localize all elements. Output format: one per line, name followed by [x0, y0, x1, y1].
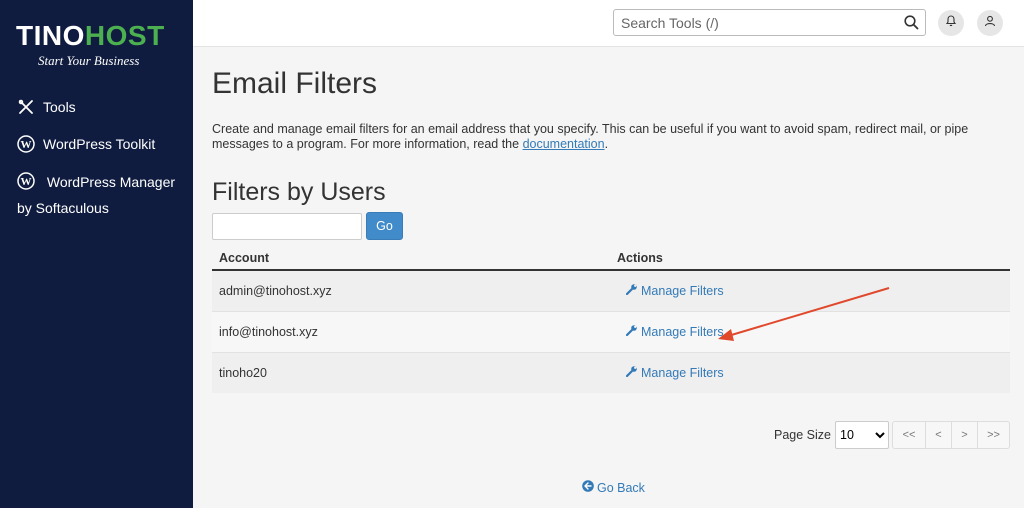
- users-table: Account Actions admin@tinohost.xyz Manag…: [212, 246, 1010, 393]
- table-row: tinoho20 Manage Filters: [212, 351, 1010, 393]
- svg-text:W: W: [21, 176, 32, 188]
- go-back-label: Go Back: [597, 480, 645, 495]
- search-icon[interactable]: [904, 15, 919, 35]
- sidebar-item-label: Tools: [43, 99, 76, 115]
- brand-logo[interactable]: TINOHOST Start Your Business: [16, 20, 176, 69]
- manage-filters-link[interactable]: Manage Filters: [625, 324, 724, 339]
- go-button[interactable]: Go: [366, 212, 403, 240]
- search-input[interactable]: [614, 10, 894, 35]
- wordpress-icon: W: [17, 172, 35, 190]
- previous-page-button[interactable]: <: [925, 421, 952, 449]
- sidebar: TINOHOST Start Your Business Tools W Wor…: [0, 0, 193, 508]
- user-icon: [984, 14, 996, 32]
- sidebar-item-wordpress-toolkit[interactable]: W WordPress Toolkit: [17, 135, 155, 153]
- sidebar-item-tools[interactable]: Tools: [17, 98, 76, 116]
- wrench-icon: [625, 283, 638, 298]
- documentation-link[interactable]: documentation: [523, 137, 605, 151]
- wrench-icon: [625, 324, 638, 339]
- main-content: Email Filters Create and manage email fi…: [212, 47, 1010, 393]
- column-header-account[interactable]: Account: [212, 246, 610, 271]
- table-row: info@tinohost.xyz Manage Filters: [212, 310, 1010, 352]
- actions-cell: Manage Filters: [610, 351, 1010, 393]
- account-cell: admin@tinohost.xyz: [212, 269, 610, 311]
- section-title: Filters by Users: [212, 178, 386, 206]
- manage-filters-link[interactable]: Manage Filters: [625, 283, 724, 298]
- filter-search-row: Go: [212, 212, 1010, 240]
- top-bar: [193, 0, 1024, 47]
- account-cell: tinoho20: [212, 351, 610, 393]
- page-size-label: Page Size: [774, 428, 831, 442]
- logo-part-1: TINO: [16, 20, 85, 51]
- pagination-buttons: << < > >>: [892, 421, 1010, 449]
- user-menu-button[interactable]: [977, 10, 1003, 36]
- page-size-select[interactable]: 10: [835, 421, 889, 449]
- account-cell: info@tinohost.xyz: [212, 310, 610, 352]
- notifications-button[interactable]: [938, 10, 964, 36]
- table-row: admin@tinohost.xyz Manage Filters: [212, 269, 1010, 311]
- sidebar-item-label: WordPress Toolkit: [43, 136, 156, 152]
- column-header-actions: Actions: [610, 246, 1010, 271]
- search-box[interactable]: [613, 9, 926, 36]
- tools-icon: [17, 98, 35, 116]
- manage-filters-label: Manage Filters: [641, 365, 724, 380]
- page-title: Email Filters: [212, 67, 378, 100]
- filter-users-input[interactable]: [212, 212, 362, 240]
- description-end: .: [604, 137, 609, 151]
- page-description: Create and manage email filters for an e…: [212, 122, 1010, 152]
- first-page-button[interactable]: <<: [892, 421, 926, 449]
- sidebar-item-wordpress-manager[interactable]: W WordPress Manager by Softaculous: [17, 169, 187, 221]
- last-page-button[interactable]: >>: [977, 421, 1010, 449]
- manage-filters-label: Manage Filters: [641, 283, 724, 298]
- sidebar-item-label: WordPress Manager by Softaculous: [17, 174, 176, 216]
- wordpress-icon: W: [17, 135, 35, 153]
- actions-cell: Manage Filters: [610, 269, 1010, 311]
- pagination: Page Size 10 << < > >>: [774, 421, 1010, 449]
- logo-wordmark: TINOHOST: [16, 20, 176, 52]
- manage-filters-link[interactable]: Manage Filters: [625, 365, 724, 380]
- actions-cell: Manage Filters: [610, 310, 1010, 352]
- wrench-icon: [625, 365, 638, 380]
- bell-icon: [945, 14, 957, 32]
- arrow-left-circle-icon: [582, 480, 594, 495]
- logo-part-2: HOST: [84, 20, 165, 51]
- table-header-row: Account Actions: [212, 246, 1010, 271]
- svg-text:W: W: [21, 139, 32, 151]
- next-page-button[interactable]: >: [951, 421, 978, 449]
- manage-filters-label: Manage Filters: [641, 324, 724, 339]
- logo-tagline: Start Your Business: [38, 53, 140, 68]
- go-back-link[interactable]: Go Back: [582, 480, 645, 495]
